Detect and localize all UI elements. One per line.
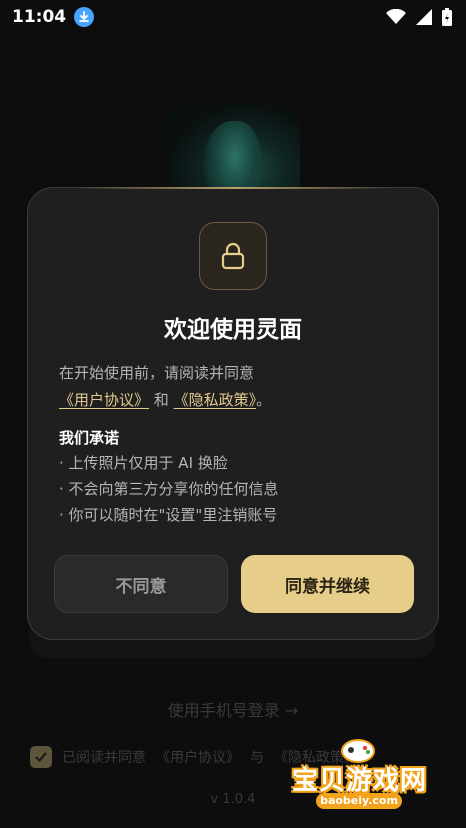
and-text: 和 — [153, 391, 169, 409]
status-left: 11:04 — [12, 7, 95, 27]
phone-login-link[interactable]: 使用手机号登录 → — [0, 697, 466, 721]
agree-and: 与 — [250, 750, 264, 766]
agree-prefix: 已阅读并同意 — [62, 750, 146, 766]
promise-item: · 不会向第三方分享你的任何信息 — [59, 480, 279, 498]
decline-button[interactable]: 不同意 — [54, 555, 228, 613]
watermark-domain: baobeiy.com — [316, 793, 402, 809]
watermark: 宝贝游戏网 baobeiy.com — [292, 735, 442, 820]
battery-icon — [442, 8, 452, 26]
privacy-policy-link[interactable]: 《隐私政策》 — [174, 391, 257, 409]
gamepad-icon — [341, 739, 375, 763]
promise-item: · 你可以随时在"设置"里注销账号 — [59, 506, 278, 524]
intro-period: 。 — [256, 391, 272, 409]
download-icon — [74, 7, 95, 27]
dialog-title: 欢迎使用灵面 — [164, 317, 302, 343]
promise-list: · 上传照片仅用于 AI 换脸 · 不会向第三方分享你的任何信息 · 你可以随时… — [59, 450, 279, 528]
agree-checkbox[interactable] — [30, 746, 52, 768]
user-agreement-link[interactable]: 《用户协议》 — [59, 391, 149, 409]
consent-dialog: 欢迎使用灵面 在开始使用前，请阅读并同意 《用户协议》 和 《隐私政策》。 我们… — [27, 187, 439, 640]
accept-button[interactable]: 同意并继续 — [241, 555, 414, 613]
agree-user-agreement-link[interactable]: 《用户协议》 — [156, 747, 240, 767]
dialog-intro: 在开始使用前，请阅读并同意 《用户协议》 和 《隐私政策》。 — [59, 360, 409, 414]
status-bar: 11:04 — [0, 0, 466, 34]
check-icon — [35, 752, 47, 763]
dialog-accent-line — [76, 187, 392, 189]
promise-item: · 上传照片仅用于 AI 换脸 — [59, 454, 228, 472]
status-right — [386, 8, 452, 26]
status-time: 11:04 — [12, 7, 67, 27]
intro-text: 在开始使用前，请阅读并同意 — [59, 364, 255, 382]
signal-icon — [416, 9, 432, 25]
wifi-icon — [386, 9, 406, 24]
promise-heading: 我们承诺 — [59, 429, 120, 447]
lock-badge — [199, 222, 267, 290]
lock-icon — [221, 242, 245, 270]
watermark-title: 宝贝游戏网 — [292, 766, 428, 796]
